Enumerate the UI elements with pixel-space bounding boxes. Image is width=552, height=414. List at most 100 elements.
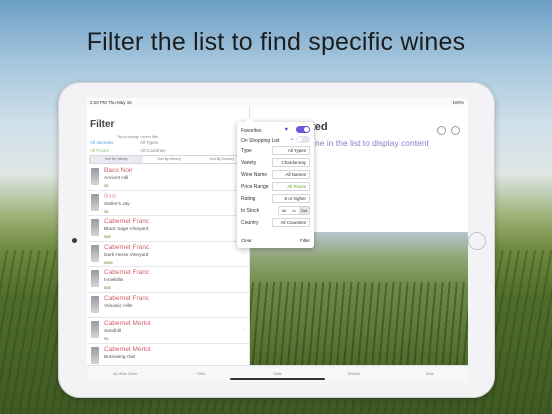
sort-by-variety-button[interactable]: Sort By Variety	[90, 156, 143, 163]
winery-name: Inniskillin	[104, 278, 124, 283]
chevron-right-icon: ›	[242, 300, 244, 306]
chevron-right-icon: ›	[242, 249, 244, 255]
winery-name: Dark Horse Vineyard	[104, 252, 149, 258]
winery-name: Volcanic Hills	[104, 303, 133, 309]
list-item[interactable]: Cabernet FrancBlack Sage Vineyard$$$›	[87, 216, 249, 242]
bottle-thumbnail	[91, 193, 99, 211]
list-item[interactable]: Cabernet Franc Volcanic Hills ›	[87, 293, 249, 318]
camera-dot	[72, 238, 77, 243]
cart-icon: ⌁	[290, 137, 294, 143]
wine-name: Cabernet Franc	[104, 218, 150, 225]
tab-my-wine-cellar[interactable]: My Wine Cellar	[87, 366, 163, 382]
info-icon[interactable]	[451, 126, 460, 135]
rating-label: Rating	[241, 196, 256, 202]
tab-wishlist[interactable]: Wishlist	[316, 366, 392, 382]
bottle-thumbnail	[91, 219, 99, 236]
list-item[interactable]: Cabernet Franc Inniskillin $$$ ›	[87, 267, 249, 293]
heart-icon: ♥	[284, 127, 288, 133]
price-label: Price Range	[241, 184, 269, 190]
list-item[interactable]: Cabernet Franc Dark Horse Vineyard $$$$ ›	[87, 242, 249, 267]
country-label: Country	[241, 220, 259, 226]
favorites-row: Favorites ♥	[241, 126, 310, 135]
tab-filter[interactable]: Filter	[163, 366, 239, 382]
in-stock-label: In Stock	[241, 208, 260, 214]
variety-row: Variety Chardonnay	[241, 158, 310, 167]
home-indicator	[230, 378, 325, 380]
wine-name: Cabernet Merlot	[104, 345, 151, 353]
ipad-frame: 2:20 PM Thu May 16 100% cted ne in the l…	[58, 82, 495, 398]
summary-types[interactable]: All Types	[140, 140, 158, 145]
summary-prices[interactable]: All Prices	[90, 148, 109, 153]
wine-name: Cabernet Franc	[104, 294, 150, 302]
shopping-row: On Shopping List ⌁	[241, 136, 310, 145]
bottle-thumbnail	[91, 244, 99, 262]
headline: Filter the list to find specific wines	[86, 28, 466, 56]
favorites-toggle[interactable]	[296, 126, 310, 133]
wine-name: Baco Noir	[104, 167, 133, 174]
chevron-right-icon: ›	[242, 275, 244, 280]
page-title: Filter	[90, 119, 115, 130]
summary-varieties[interactable]: All Varieties	[90, 140, 113, 145]
country-field[interactable]: All Countries	[272, 218, 310, 227]
wine-name-row: Wine Name All Names	[241, 170, 310, 179]
bottle-thumbnail	[91, 295, 99, 313]
winery-name: Black Sage Vineyard	[104, 227, 149, 232]
status-time: 2:20 PM Thu May 16	[90, 100, 132, 105]
chevron-right-icon: ›	[242, 326, 244, 331]
wine-name: Bird	[104, 192, 116, 200]
wine-name: Cabernet Franc	[104, 269, 150, 276]
wine-list: Baco Noir Ancient Hill $$ Bird Steller's Ja…	[87, 165, 249, 369]
variety-field[interactable]: Chardonnay	[272, 158, 310, 167]
bottle-thumbnail	[91, 168, 99, 185]
favorites-label: Favorites	[241, 128, 262, 134]
filter-popover: Favorites ♥ On Shopping List ⌁ Type All …	[237, 117, 314, 248]
share-icon[interactable]	[437, 126, 446, 135]
list-item[interactable]: Cabernet Merlot Sandhill $$ ›	[87, 318, 249, 344]
type-field[interactable]: All Types	[272, 146, 310, 155]
price-level: $$	[104, 208, 109, 214]
rating-field[interactable]: 8 or higher	[272, 194, 310, 203]
winery-name: Steller's Jay	[104, 201, 130, 207]
price-level: $$$	[104, 285, 111, 290]
price-level: $$	[104, 336, 109, 341]
tap-hint: Tap to change current filter	[117, 135, 159, 139]
type-label: Type	[241, 148, 252, 154]
variety-label: Variety	[241, 160, 257, 166]
price-level: $$$	[104, 234, 111, 239]
wine-name-label: Wine Name	[241, 172, 268, 178]
sort-by-winery-button[interactable]: Sort By Winery	[143, 156, 196, 163]
shopping-toggle[interactable]	[296, 136, 310, 143]
list-item[interactable]: Bird Steller's Jay $$	[87, 191, 249, 216]
wine-name: Cabernet Franc	[104, 243, 150, 251]
winery-name: Sandhill	[104, 329, 122, 334]
in-stock-segmented: All In Out	[278, 206, 310, 215]
price-row: Price Range All Prices	[241, 182, 310, 191]
in-stock-row: In Stock All In Out	[241, 206, 310, 215]
list-item[interactable]: Baco Noir Ancient Hill $$	[87, 165, 249, 191]
in-stock-out[interactable]: Out	[299, 207, 309, 214]
bottle-thumbnail	[91, 321, 99, 338]
winery-name: Burrowing Owl	[104, 354, 136, 360]
type-row: Type All Types	[241, 146, 310, 155]
status-bar: 2:20 PM Thu May 16 100%	[87, 98, 468, 107]
country-row: Country All Countries	[241, 218, 310, 227]
clear-button[interactable]: Clear	[241, 238, 252, 243]
tab-more[interactable]: More	[392, 366, 468, 382]
price-level: $$	[104, 183, 109, 188]
battery-indicator: 100%	[452, 100, 464, 105]
filter-list-pane: Filter Tap to change current filter All …	[87, 107, 250, 369]
in-stock-all[interactable]: All	[279, 207, 289, 214]
price-level: $$$$	[104, 259, 113, 265]
popover-footer: Clear Filter	[241, 238, 310, 243]
price-field[interactable]: All Prices	[272, 182, 310, 191]
in-stock-in[interactable]: In	[289, 207, 299, 214]
summary-countries[interactable]: All Countries	[140, 148, 166, 153]
detail-hint: ne in the list to display content	[315, 138, 429, 148]
filter-button[interactable]: Filter	[300, 238, 310, 243]
home-button[interactable]	[468, 232, 486, 250]
wine-name-field[interactable]: All Names	[272, 170, 310, 179]
app-screen: 2:20 PM Thu May 16 100% cted ne in the l…	[87, 98, 468, 382]
rating-row: Rating 8 or higher	[241, 194, 310, 203]
bottle-thumbnail	[91, 270, 99, 287]
vineyard-rows	[247, 282, 468, 366]
